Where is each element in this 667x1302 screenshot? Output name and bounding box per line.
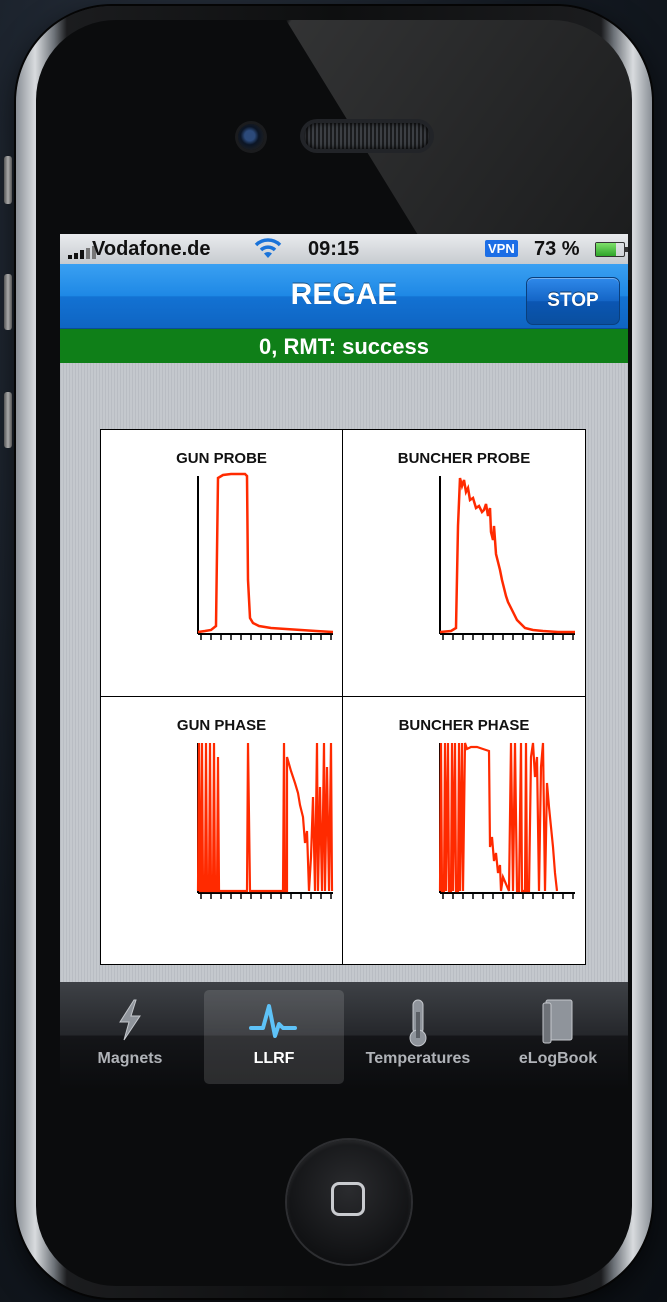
tab-label: LLRF [253, 1050, 295, 1067]
plot-grid: GUN PROBE BUNCHER PROBE GUN PHASE BUNCHE… [100, 429, 586, 965]
gun-phase-chart [196, 742, 334, 899]
home-button[interactable] [287, 1140, 411, 1264]
tab-temperatures[interactable]: Temperatures [348, 982, 488, 1088]
volume-down-button [4, 392, 12, 448]
tab-magnets[interactable]: Magnets [60, 982, 200, 1088]
volume-up-button [4, 274, 12, 330]
status-banner: 0, RMT: success [60, 329, 628, 364]
front-camera [238, 124, 264, 150]
plot-buncher-probe: BUNCHER PROBE [343, 430, 585, 697]
home-square-icon [331, 1182, 365, 1216]
trace [438, 742, 559, 893]
carrier-name: Vodafone.de [92, 238, 211, 260]
clock: 09:15 [308, 238, 360, 260]
tab-llrf[interactable]: LLRF [204, 990, 344, 1084]
buncher-phase-chart [438, 742, 575, 899]
status-bar: Vodafone.de 09:15 VPN 73 % [60, 234, 628, 264]
content-area: GUN PROBE BUNCHER PROBE GUN PHASE BUNCHE… [60, 363, 628, 982]
tab-label: Temperatures [365, 1050, 471, 1067]
lightning-bolt-icon [110, 998, 150, 1047]
screen: Vodafone.de 09:15 VPN 73 % REGAE STOP 0,… [60, 234, 628, 1088]
battery-percentage: 73 % [534, 238, 580, 260]
stop-button[interactable]: STOP [526, 277, 620, 325]
tab-label: Magnets [97, 1050, 163, 1067]
mute-switch [4, 156, 12, 204]
battery-icon [595, 242, 628, 257]
vpn-badge: VPN [485, 240, 518, 257]
pulse-waveform-icon [249, 998, 299, 1049]
gun-probe-chart [197, 472, 334, 640]
thermometer-icon [403, 998, 433, 1053]
book-icon [540, 998, 576, 1049]
earpiece-speaker [304, 123, 430, 149]
wifi-icon [253, 236, 283, 266]
navigation-bar: REGAE STOP [60, 264, 628, 329]
trace [439, 477, 575, 634]
trace [196, 742, 334, 893]
tab-bar: Magnets LLRF Temperatures eLogBook [60, 982, 628, 1088]
plot-gun-phase: GUN PHASE [101, 697, 343, 964]
plot-buncher-phase: BUNCHER PHASE [343, 697, 585, 964]
plot-gun-probe: GUN PROBE [101, 430, 343, 697]
trace [197, 472, 334, 634]
buncher-probe-chart [439, 476, 575, 640]
tab-elogbook[interactable]: eLogBook [488, 982, 628, 1088]
tab-label: eLogBook [518, 1050, 598, 1067]
phone-frame: Vodafone.de 09:15 VPN 73 % REGAE STOP 0,… [4, 6, 652, 1298]
